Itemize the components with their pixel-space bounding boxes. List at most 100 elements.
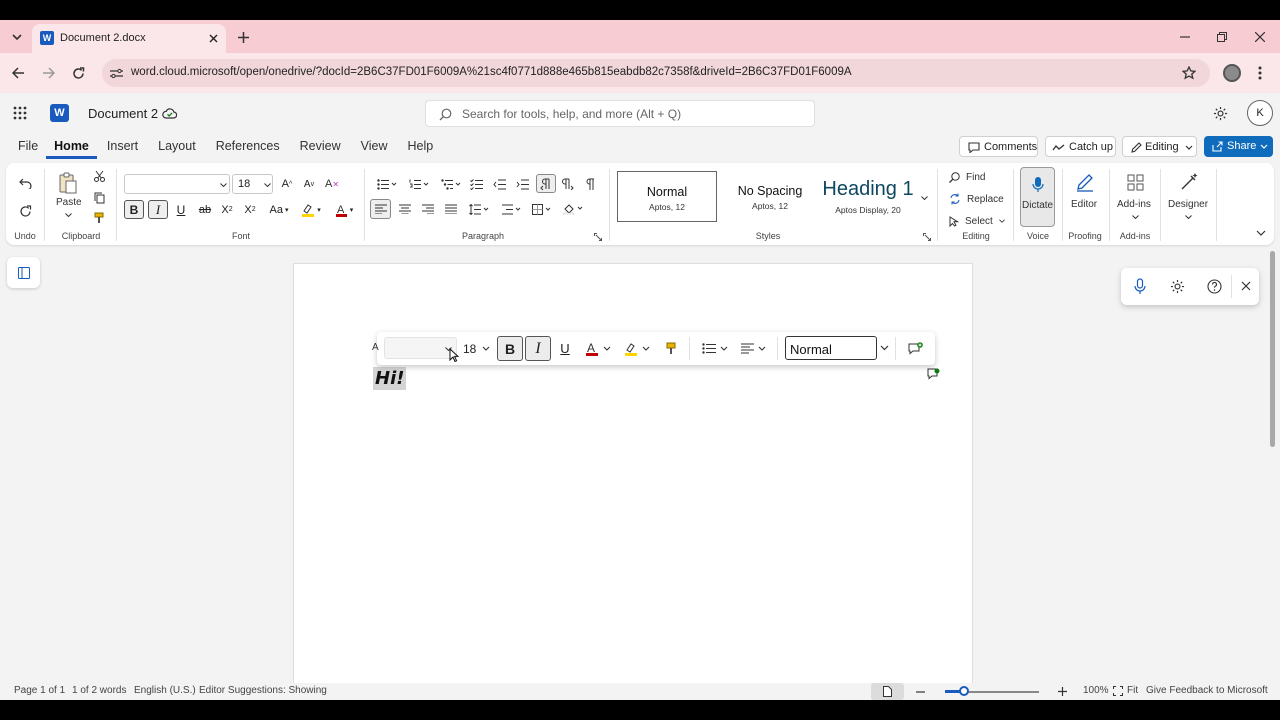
chevron-down-icon[interactable] <box>1130 213 1140 221</box>
address-bar[interactable]: word.cloud.microsoft/open/onedrive/?docI… <box>102 59 1210 87</box>
settings-gear-icon[interactable] <box>1211 104 1229 122</box>
styles-gallery-chevron-icon[interactable] <box>918 192 930 204</box>
word-count[interactable]: 1 of 2 words <box>72 685 126 696</box>
new-comment-margin-icon[interactable] <box>926 367 940 381</box>
shrink-font-icon[interactable]: Av <box>301 176 317 192</box>
share-button[interactable]: Share <box>1204 136 1273 157</box>
styles-dialog-launcher-icon[interactable] <box>922 232 931 241</box>
replace-button[interactable]: Replace <box>949 191 1004 207</box>
tab-home[interactable]: Home <box>46 139 97 159</box>
fit-icon[interactable] <box>1112 685 1124 697</box>
cut-icon[interactable] <box>92 169 106 183</box>
dictate-button[interactable]: Dictate <box>1020 167 1055 227</box>
close-dictation-icon[interactable] <box>1238 278 1254 294</box>
multilevel-list-icon[interactable] <box>438 176 464 192</box>
grow-font-icon[interactable]: A ^ <box>279 176 295 192</box>
font-color-button[interactable]: A ▾ <box>330 200 358 219</box>
style-normal[interactable]: Normal Aptos, 12 <box>617 171 717 222</box>
mini-bullets-icon[interactable] <box>699 338 731 358</box>
document-title[interactable]: Document 2 <box>88 106 158 121</box>
print-layout-icon[interactable] <box>871 683 904 700</box>
redo-icon[interactable] <box>16 202 34 220</box>
new-tab-icon[interactable] <box>235 29 251 45</box>
cloud-saved-icon[interactable] <box>162 106 177 120</box>
designer-icon[interactable] <box>1178 171 1200 193</box>
search-box[interactable]: Search for tools, help, and more (Alt + … <box>425 100 815 127</box>
zoom-out-icon[interactable] <box>913 685 927 698</box>
dictation-help-icon[interactable] <box>1205 277 1223 296</box>
paste-icon[interactable] <box>57 171 79 195</box>
font-size-dropdown[interactable]: 18 <box>232 174 273 194</box>
style-no-spacing[interactable]: No Spacing Aptos, 12 <box>720 171 820 222</box>
copy-icon[interactable] <box>92 191 106 205</box>
justify-icon[interactable] <box>443 201 459 217</box>
show-paragraph-marks-icon[interactable] <box>582 176 598 192</box>
profile-avatar-icon[interactable] <box>1223 64 1241 82</box>
find-button[interactable]: Find <box>949 169 985 185</box>
ltr-direction-icon[interactable] <box>560 176 576 192</box>
align-center-icon[interactable] <box>397 201 413 217</box>
mini-highlight-button[interactable] <box>621 338 653 358</box>
select-button[interactable]: Select <box>949 213 1005 229</box>
restore-window-icon[interactable] <box>1214 29 1230 45</box>
mini-font-size-dropdown[interactable]: 18 <box>459 337 493 359</box>
bullets-icon[interactable] <box>374 176 400 192</box>
decrease-indent-icon[interactable] <box>491 176 507 192</box>
editing-mode-button[interactable]: Editing <box>1122 136 1197 157</box>
browser-tab[interactable]: W Document 2.docx <box>32 24 226 53</box>
paste-label[interactable]: Paste <box>56 197 82 208</box>
catch-up-button[interactable]: Catch up <box>1045 136 1116 157</box>
account-avatar[interactable]: K <box>1247 100 1273 126</box>
tab-insert[interactable]: Insert <box>97 139 148 159</box>
navigation-pane-icon[interactable] <box>7 257 40 288</box>
mini-underline-button[interactable]: U <box>555 338 575 358</box>
tab-references[interactable]: References <box>206 139 290 159</box>
mini-italic-button[interactable]: I <box>525 336 551 361</box>
superscript-button[interactable]: X2 <box>241 200 259 219</box>
chevron-down-icon[interactable] <box>1183 213 1193 221</box>
add-ins-label[interactable]: Add-ins <box>1117 199 1151 210</box>
mini-style-chevron-icon[interactable] <box>877 340 891 356</box>
document-text[interactable]: Hi! <box>375 368 404 389</box>
bold-button[interactable]: B <box>124 200 144 219</box>
close-tab-icon[interactable] <box>206 31 220 45</box>
app-launcher-icon[interactable] <box>12 105 28 121</box>
dictation-microphone-icon[interactable] <box>1131 277 1149 296</box>
mini-format-painter-icon[interactable] <box>661 338 681 358</box>
add-ins-icon[interactable] <box>1124 171 1146 193</box>
zoom-slider-thumb[interactable] <box>959 686 969 696</box>
mini-style-dropdown[interactable]: Normal <box>785 336 877 360</box>
dictation-settings-icon[interactable] <box>1168 277 1186 296</box>
designer-label[interactable]: Designer <box>1168 199 1208 210</box>
format-painter-icon[interactable] <box>92 211 106 225</box>
numbering-icon[interactable] <box>406 176 432 192</box>
tab-file[interactable]: File <box>10 139 46 159</box>
editor-icon[interactable] <box>1074 171 1096 193</box>
zoom-level[interactable]: 100% <box>1083 685 1109 696</box>
back-icon[interactable] <box>10 65 26 81</box>
align-left-icon[interactable] <box>370 199 391 219</box>
fit-label[interactable]: Fit <box>1127 685 1138 696</box>
undo-icon[interactable] <box>16 174 34 192</box>
tab-layout[interactable]: Layout <box>148 139 206 159</box>
align-right-icon[interactable] <box>420 201 436 217</box>
increase-indent-icon[interactable] <box>514 176 530 192</box>
mini-bold-button[interactable]: B <box>497 336 523 361</box>
paragraph-dialog-launcher-icon[interactable] <box>593 232 602 241</box>
highlight-color-button[interactable]: ▾ <box>297 200 325 219</box>
minimize-window-icon[interactable] <box>1177 29 1193 45</box>
forward-icon[interactable] <box>40 65 56 81</box>
italic-button[interactable]: I <box>148 200 168 219</box>
mini-new-comment-icon[interactable] <box>905 339 925 357</box>
close-window-icon[interactable] <box>1252 29 1268 45</box>
tab-search-chevron-icon[interactable] <box>8 28 26 46</box>
paragraph-spacing-icon[interactable] <box>498 201 524 217</box>
borders-icon[interactable] <box>529 201 555 217</box>
rtl-direction-icon[interactable] <box>536 174 556 193</box>
vertical-scrollbar-thumb[interactable] <box>1270 251 1275 447</box>
reload-icon[interactable] <box>70 65 86 81</box>
change-case-button[interactable]: Aa ▾ <box>265 200 293 219</box>
mini-font-color-button[interactable]: A <box>583 338 613 358</box>
zoom-in-icon[interactable] <box>1055 685 1069 698</box>
underline-button[interactable]: U <box>172 200 190 219</box>
